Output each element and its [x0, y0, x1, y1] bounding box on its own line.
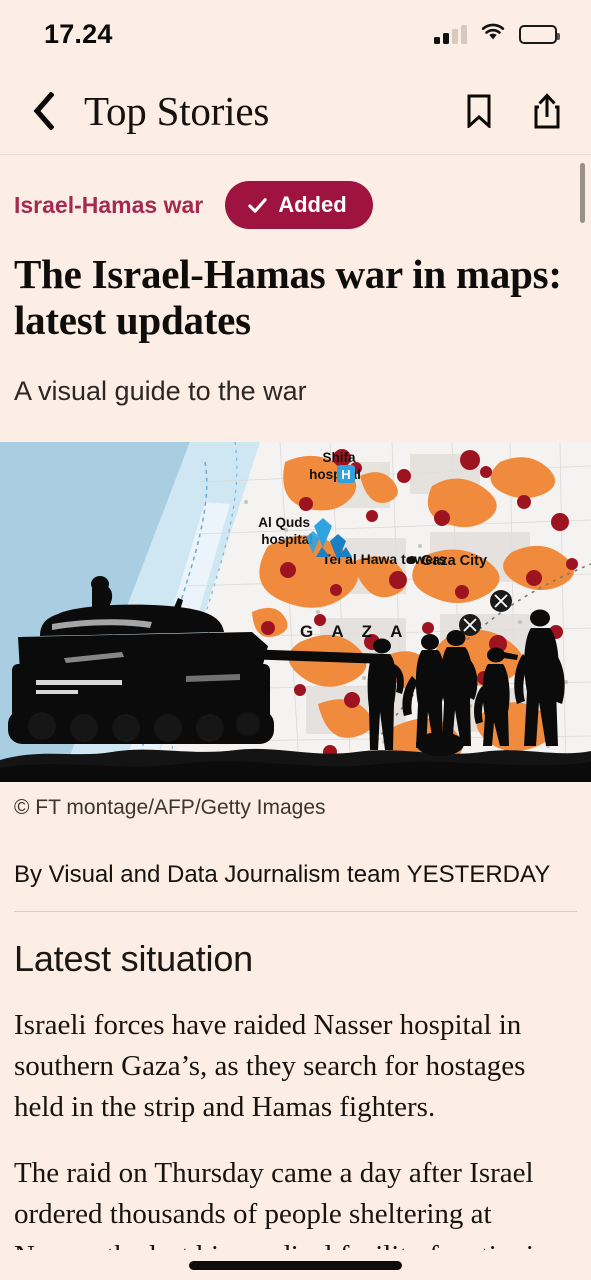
article-byline: By Visual and Data Journalism team YESTE… — [14, 860, 551, 888]
page-title: Top Stories — [84, 88, 270, 134]
article-scroll-area[interactable]: Israel-Hamas war Added The Israel-Hamas … — [0, 155, 591, 1280]
battery-icon — [519, 24, 560, 44]
status-bar-time: 17.24 — [44, 18, 113, 49]
wifi-icon — [480, 22, 506, 46]
body-paragraph: Israeli forces have raided Nasser hospit… — [14, 1008, 526, 1124]
topic-row: Israel-Hamas war Added — [0, 155, 591, 229]
home-indicator-bar — [0, 1250, 591, 1280]
hero-caption: © FT montage/AFP/Getty Images — [14, 795, 326, 819]
chevron-left-icon — [33, 92, 54, 130]
check-icon — [248, 197, 267, 213]
hero-image[interactable]: Shifa hospital H Al Quds hospital Gaza C… — [0, 441, 591, 782]
article-screen: 17.24 Top Stories Israel-Hamas war Added… — [0, 0, 591, 1280]
cellular-signal-icon — [434, 24, 467, 44]
svg-text:Al Quds: Al Quds — [258, 515, 310, 530]
follow-topic-label: Added — [278, 192, 347, 217]
status-bar-icons — [434, 22, 560, 46]
article-standfirst: A visual guide to the war — [14, 375, 307, 406]
svg-text:Shifa: Shifa — [322, 450, 355, 465]
nav-header: Top Stories — [0, 68, 591, 155]
nav-actions — [461, 91, 565, 131]
svg-text:G A Z A: G A Z A — [300, 622, 409, 641]
article-headline: The Israel-Hamas war in maps: latest upd… — [14, 251, 562, 344]
hero-montage-graphic: Shifa hospital H Al Quds hospital Gaza C… — [0, 441, 591, 782]
svg-text:hospital: hospital — [261, 532, 313, 547]
bookmark-icon — [467, 94, 491, 128]
section-heading: Latest situation — [14, 937, 253, 979]
share-button[interactable] — [529, 91, 565, 131]
scrollbar-thumb[interactable] — [580, 163, 585, 223]
home-indicator[interactable] — [189, 1260, 402, 1270]
back-button[interactable] — [20, 88, 66, 134]
svg-text:H: H — [341, 467, 350, 482]
follow-topic-button[interactable]: Added — [225, 181, 373, 229]
share-icon — [534, 93, 560, 129]
topic-tag-link[interactable]: Israel-Hamas war — [14, 192, 203, 219]
bookmark-button[interactable] — [461, 91, 497, 131]
status-bar: 17.24 — [0, 0, 591, 68]
